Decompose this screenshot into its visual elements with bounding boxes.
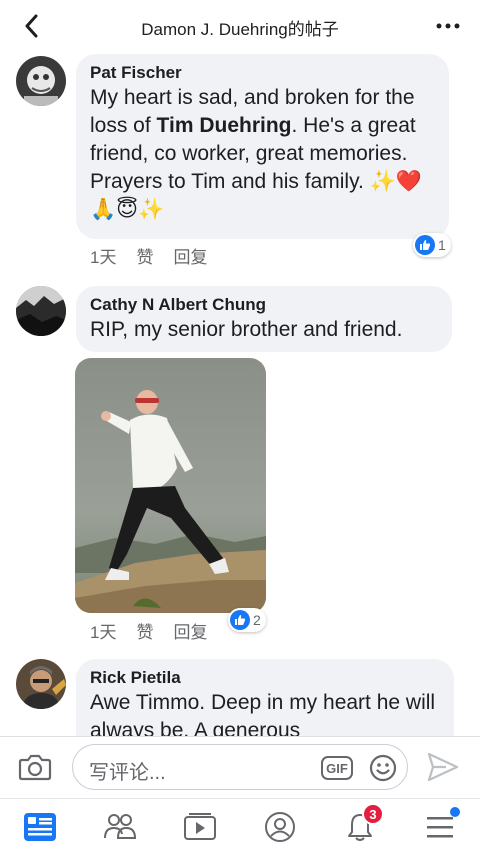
send-icon [427, 752, 459, 782]
comment-time: 1天 [90, 623, 117, 642]
reaction-count[interactable]: 1 [413, 233, 451, 257]
avatar[interactable] [16, 659, 66, 709]
reaction-count[interactable]: 2 [228, 608, 266, 632]
avatar[interactable] [16, 286, 66, 336]
avatar[interactable] [16, 56, 66, 106]
comment-composer: 写评论... GIF [0, 736, 480, 798]
mention-link[interactable]: Tim Duehring [157, 114, 292, 137]
like-button[interactable]: 赞 [136, 618, 153, 643]
top-bar: Damon J. Duehring的帖子 [0, 0, 480, 52]
comment-bubble[interactable]: Cathy N Albert Chung RIP, my senior brot… [76, 286, 452, 352]
new-dot-indicator [450, 807, 460, 817]
page-title: Damon J. Duehring的帖子 [141, 20, 339, 39]
comment-input[interactable]: 写评论... GIF [72, 744, 408, 790]
nav-friends[interactable] [102, 809, 138, 845]
more-options-button[interactable] [434, 12, 462, 40]
comment-author[interactable]: Pat Fischer [90, 62, 435, 84]
nav-notifications[interactable]: 3 [342, 803, 384, 845]
hamburger-menu-icon [427, 817, 453, 838]
comment-bubble[interactable]: Pat Fischer My heart is sad, and broken … [76, 54, 449, 239]
smiley-icon [369, 754, 397, 782]
nav-profile[interactable] [262, 809, 298, 845]
nav-watch[interactable] [182, 809, 218, 845]
comment-text: RIP, my senior brother and friend. [90, 318, 403, 341]
comment-text: Awe Timmo. Deep in my heart he will alwa… [90, 691, 436, 736]
comment-actions: 1天 赞 回复 [90, 618, 207, 643]
thumbs-up-icon [230, 610, 250, 630]
notification-badge: 3 [362, 803, 384, 825]
comment-photo[interactable] [75, 358, 266, 613]
news-feed-icon [24, 813, 56, 841]
gif-button[interactable]: GIF [321, 756, 353, 780]
emoji-button[interactable] [369, 754, 397, 782]
reply-button[interactable]: 回复 [173, 618, 207, 643]
comment-placeholder: 写评论... [89, 762, 166, 784]
more-dots-icon [436, 23, 460, 29]
comment-feed[interactable]: Pat Fischer My heart is sad, and broken … [0, 52, 480, 736]
comment-author[interactable]: Rick Pietila [90, 667, 440, 689]
nav-menu[interactable] [422, 807, 460, 845]
camera-button[interactable] [18, 752, 52, 782]
reply-button[interactable]: 回复 [173, 243, 207, 268]
comment-bubble[interactable]: Rick Pietila Awe Timmo. Deep in my heart… [76, 659, 454, 736]
like-button[interactable]: 赞 [136, 243, 153, 268]
comment-text: My heart is sad, and broken for the loss… [90, 86, 422, 221]
comment-author[interactable]: Cathy N Albert Chung [90, 294, 438, 316]
camera-icon [18, 754, 52, 781]
bottom-navigation: 3 [0, 798, 480, 853]
comment-time: 1天 [90, 248, 117, 267]
comment-actions: 1天 赞 回复 [90, 243, 207, 268]
nav-news-feed[interactable] [22, 809, 58, 845]
video-icon [184, 813, 216, 840]
friends-icon [104, 814, 137, 839]
profile-icon [265, 812, 295, 842]
thumbs-up-icon [415, 235, 435, 255]
send-button[interactable] [426, 751, 460, 783]
